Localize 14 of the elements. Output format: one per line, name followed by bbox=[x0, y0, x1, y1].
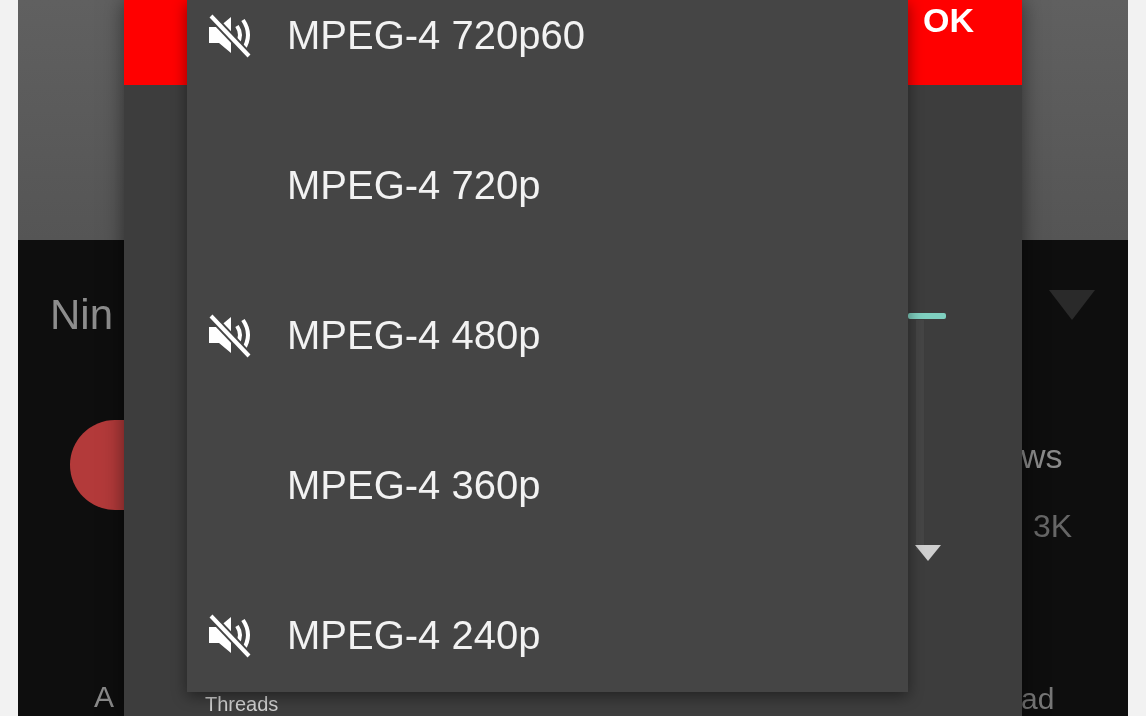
section-label: Threads bbox=[205, 692, 279, 716]
menu-item[interactable]: MPEG-4 480p bbox=[187, 260, 908, 410]
tab-label: ad bbox=[1021, 684, 1056, 714]
menu-item[interactable]: MPEG-4 720p60 bbox=[187, 0, 908, 110]
menu-item[interactable]: MPEG-4 360p bbox=[187, 410, 908, 560]
dropdown-arrow-icon[interactable] bbox=[915, 545, 941, 561]
ok-button[interactable]: OK bbox=[915, 0, 982, 40]
tab-label: A bbox=[94, 682, 114, 712]
stats-value: 3K bbox=[1033, 507, 1074, 546]
channel-title: Nin bbox=[50, 290, 115, 340]
stats-label: ws bbox=[1021, 436, 1064, 476]
menu-item[interactable]: MPEG-4 240p bbox=[187, 560, 908, 692]
menu-item[interactable]: MPEG-4 720p bbox=[187, 110, 908, 260]
selection-indicator bbox=[908, 313, 946, 319]
